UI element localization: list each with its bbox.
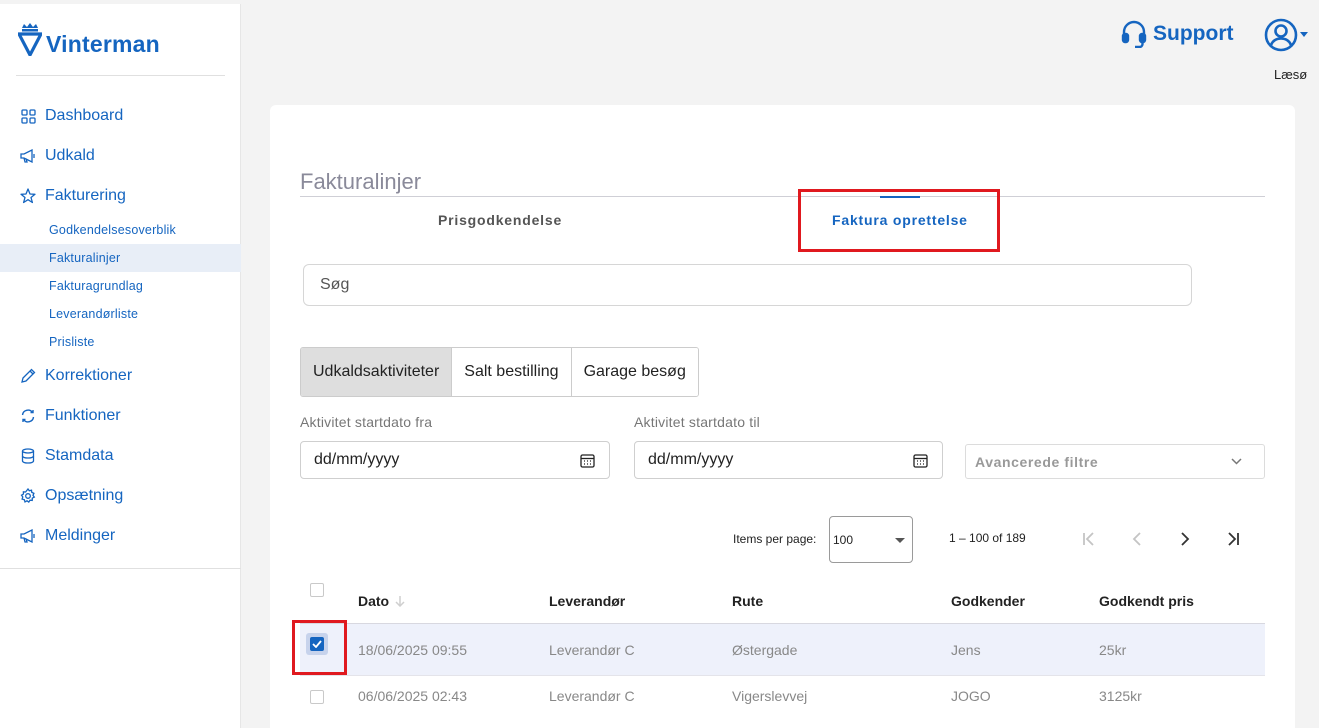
column-header-label: Dato (358, 593, 390, 609)
sidebar-item-fakturering[interactable]: Fakturering (0, 176, 241, 216)
date-from-label: Aktivitet startdato fra (300, 414, 433, 430)
sidebar-subitem-prisliste[interactable]: Prisliste (0, 328, 241, 356)
sidebar-subitem-fakturalinjer[interactable]: Fakturalinjer (0, 244, 241, 272)
segment-garage-besog[interactable]: Garage besøg (571, 348, 698, 396)
support-link[interactable]: Support (1121, 20, 1233, 48)
chevron-right-icon (1181, 532, 1190, 546)
cell-rute: Vigerslevvej (732, 688, 808, 704)
items-per-page-label: Items per page: (733, 532, 817, 546)
sidebar-nav: Dashboard Udkald Fakturering Godkendelse… (0, 96, 241, 556)
cell-leverandor: Leverandør C (549, 688, 635, 704)
support-label: Support (1153, 22, 1234, 45)
sidebar: Vinterman Dashboard Udkald Fakturering G… (0, 4, 241, 728)
grid-icon (20, 108, 36, 124)
caret-down-icon (1300, 32, 1308, 37)
row-checkbox[interactable] (310, 690, 324, 704)
sidebar-item-funktioner[interactable]: Funktioner (0, 396, 241, 436)
gear-icon (20, 488, 36, 504)
last-page-icon (1228, 532, 1239, 546)
next-page-button[interactable] (1172, 526, 1198, 552)
sidebar-item-label: Fakturering (45, 187, 126, 204)
date-to-label: Aktivitet startdato til (634, 414, 760, 430)
sidebar-subitem-leverandorliste[interactable]: Leverandørliste (0, 300, 241, 328)
caret-down-icon (895, 537, 905, 543)
cell-dato: 06/06/2025 02:43 (358, 688, 467, 704)
sidebar-subitem-godkendelsesoverblik[interactable]: Godkendelsesoverblik (0, 216, 241, 244)
sidebar-item-label: Stamdata (45, 447, 114, 464)
page-size-value: 100 (833, 532, 854, 547)
column-header-godkendt-pris[interactable]: Godkendt pris (1099, 593, 1194, 609)
brand-name: Vinterman (46, 31, 160, 57)
segment-salt-bestilling[interactable]: Salt bestilling (452, 348, 572, 396)
sidebar-item-label: Funktioner (45, 407, 121, 424)
sidebar-item-label: Meldinger (45, 527, 116, 544)
date-from-field[interactable]: dd/mm/yyyy (300, 441, 610, 479)
tab-prisgodkendelse[interactable]: Prisgodkendelse (438, 212, 562, 228)
segment-udkaldsaktiviteter[interactable]: Udkaldsaktiviteter (301, 348, 453, 396)
user-menu-button[interactable] (1264, 18, 1308, 52)
table-row[interactable]: 18/06/2025 09:55 Leverandør C Østergade … (300, 624, 1265, 676)
activity-type-toggle: Udkaldsaktiviteter Salt bestilling Garag… (300, 347, 699, 397)
sidebar-item-label: Udkald (45, 147, 95, 164)
sidebar-item-korrektioner[interactable]: Korrektioner (0, 356, 241, 396)
date-to-placeholder: dd/mm/yyyy (648, 451, 734, 468)
sidebar-item-label: Korrektioner (45, 367, 133, 384)
sidebar-item-dashboard[interactable]: Dashboard (0, 96, 241, 136)
last-page-button[interactable] (1220, 526, 1246, 552)
tabs-divider (300, 196, 1265, 197)
date-to-field[interactable]: dd/mm/yyyy (634, 441, 943, 479)
megaphone-icon (20, 148, 36, 164)
page-range-label: 1 – 100 of 189 (949, 531, 1026, 545)
column-header-leverandor[interactable]: Leverandør (549, 593, 625, 609)
first-page-button[interactable] (1076, 526, 1102, 552)
sidebar-subitem-fakturagrundlag[interactable]: Fakturagrundlag (0, 272, 241, 300)
divider (0, 568, 241, 569)
headset-icon (1121, 20, 1147, 48)
advanced-filters-dropdown[interactable]: Avancerede filtre (965, 444, 1265, 479)
column-header-dato[interactable]: Dato (358, 593, 405, 609)
cell-leverandor: Leverandør C (549, 642, 635, 658)
star-icon (20, 188, 36, 204)
pencil-icon (20, 368, 36, 384)
column-header-rute[interactable]: Rute (732, 593, 763, 609)
advanced-filters-label: Avancerede filtre (975, 453, 1099, 470)
calendar-icon[interactable] (580, 453, 595, 468)
sidebar-item-label: Opsætning (45, 487, 124, 504)
previous-page-button[interactable] (1124, 526, 1150, 552)
cell-godkendt-pris: 25kr (1099, 642, 1127, 658)
page-title: Fakturalinjer (300, 169, 422, 194)
search-input[interactable] (303, 264, 1192, 306)
highlight-box-tab (798, 189, 1000, 252)
cell-godkendt-pris: 3125kr (1099, 688, 1142, 704)
table-row[interactable]: 06/06/2025 02:43 Leverandør C Vigerslevv… (300, 676, 1265, 728)
user-name: Læsø (1274, 67, 1308, 82)
brand-logo[interactable]: Vinterman (18, 22, 160, 56)
sidebar-item-label: Dashboard (45, 107, 124, 124)
cell-godkender: JOGO (951, 688, 991, 704)
user-avatar-icon (1264, 18, 1298, 52)
calendar-icon[interactable] (913, 453, 928, 468)
refresh-icon (20, 408, 36, 424)
database-icon (20, 448, 36, 464)
items-per-page-select[interactable]: 100 (829, 516, 913, 563)
cell-dato: 18/06/2025 09:55 (358, 642, 467, 658)
sort-arrow-icon (395, 596, 405, 607)
highlight-box-checkbox (292, 620, 347, 675)
first-page-icon (1083, 532, 1094, 546)
date-from-placeholder: dd/mm/yyyy (314, 451, 400, 468)
chevron-down-icon (1231, 458, 1242, 465)
sidebar-item-udkald[interactable]: Udkald (0, 136, 241, 176)
cell-rute: Østergade (732, 642, 798, 658)
crown-logo-icon (18, 23, 42, 56)
column-header-godkender[interactable]: Godkender (951, 593, 1025, 609)
sidebar-item-stamdata[interactable]: Stamdata (0, 436, 241, 476)
select-all-checkbox[interactable] (310, 583, 324, 597)
divider (16, 75, 225, 76)
chevron-left-icon (1132, 532, 1141, 546)
cell-godkender: Jens (951, 642, 981, 658)
megaphone-icon (20, 528, 36, 544)
sidebar-item-meldinger[interactable]: Meldinger (0, 516, 241, 556)
sidebar-item-opsaetning[interactable]: Opsætning (0, 476, 241, 516)
